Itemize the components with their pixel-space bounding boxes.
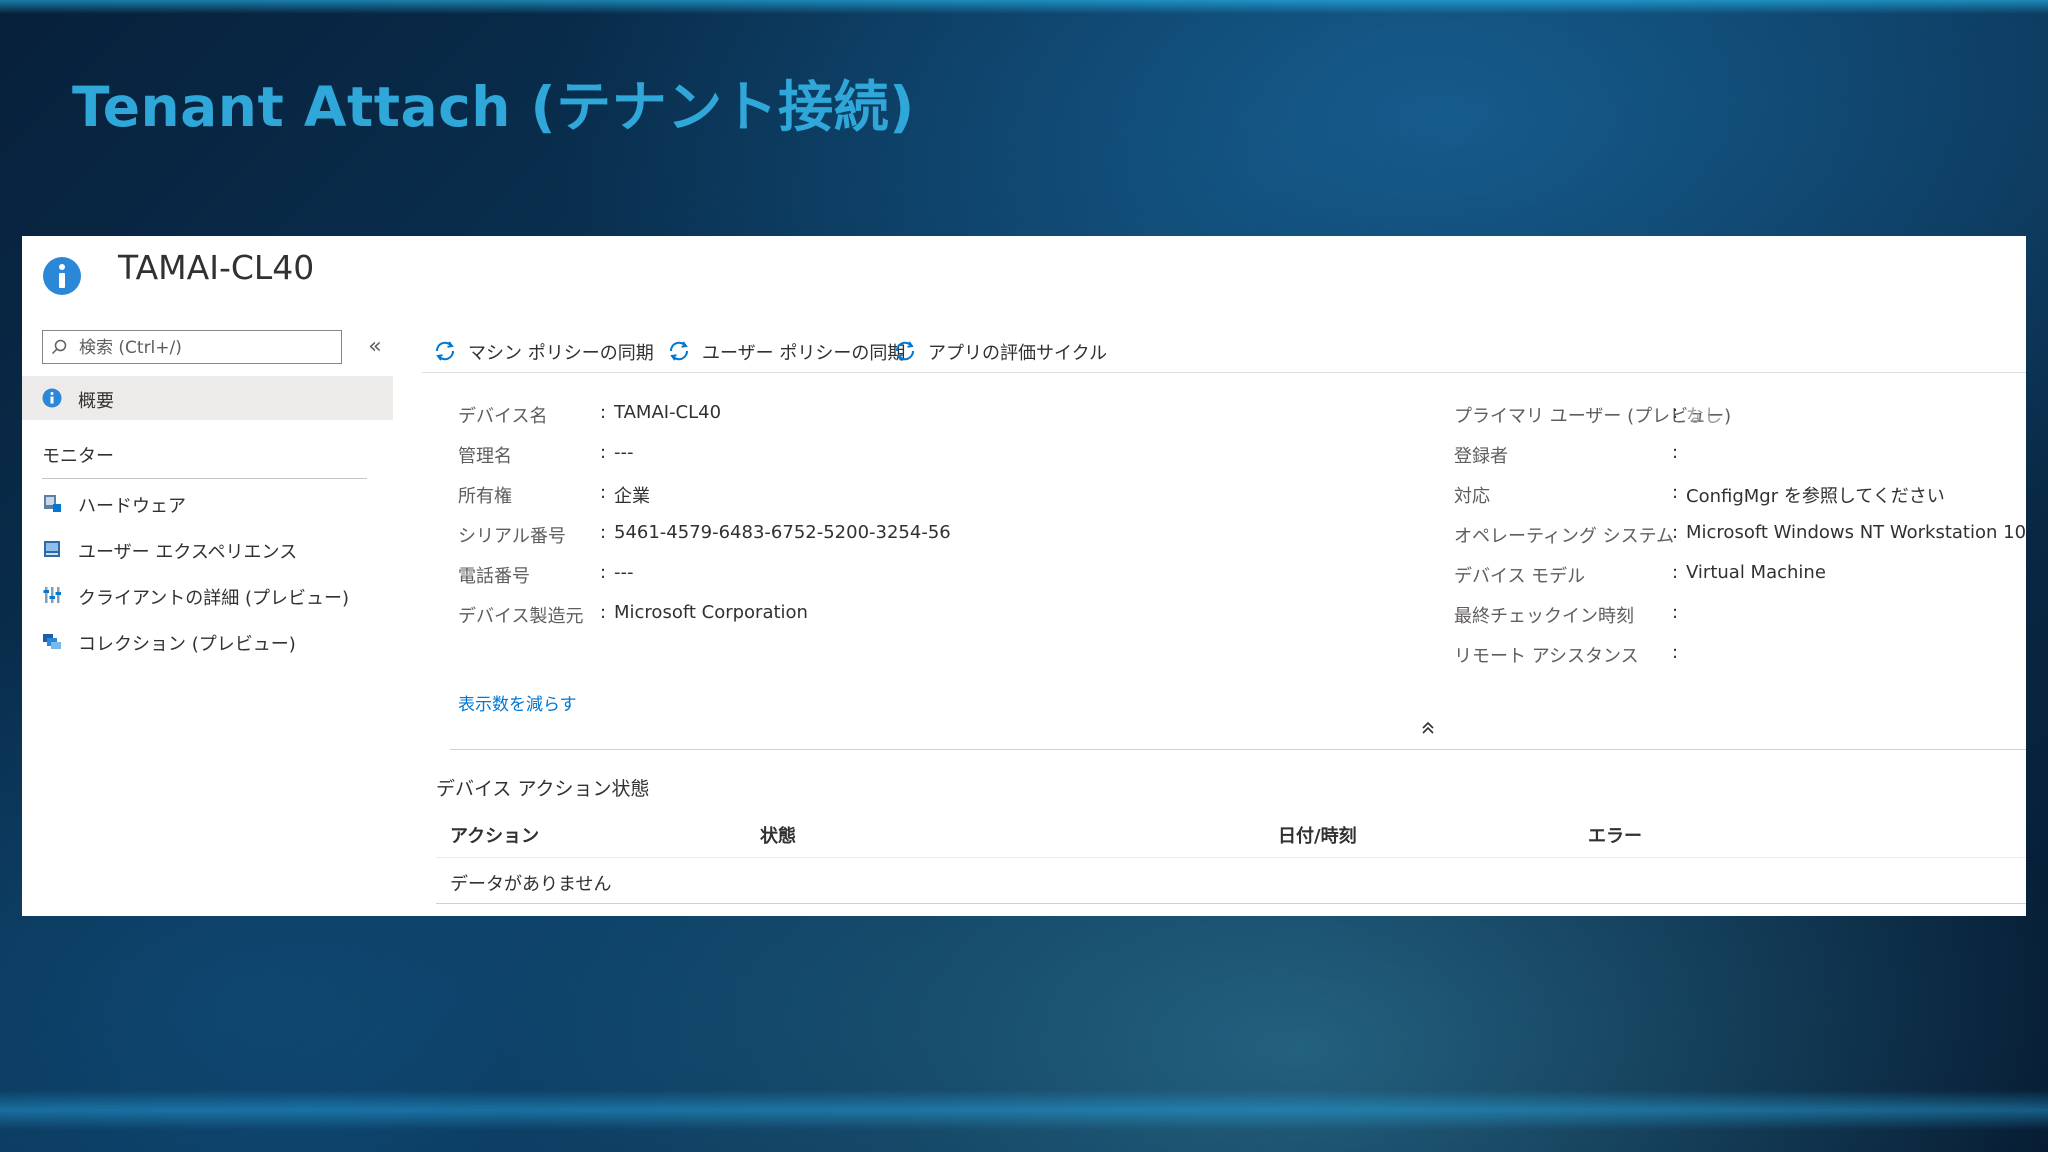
- property-value: ---: [614, 442, 634, 463]
- property-operating-system: オペレーティング システム : Microsoft Windows NT Wor…: [1454, 522, 2026, 548]
- property-colon: :: [1672, 442, 1679, 463]
- sync-icon: [895, 341, 915, 361]
- property-value: Virtual Machine: [1686, 562, 1826, 583]
- slide-title: Tenant Attach (テナント接続): [72, 75, 915, 139]
- background-glow: [0, 1090, 2048, 1130]
- property-remote-assistance: リモート アシスタンス :: [1454, 642, 1678, 668]
- property-management-name: 管理名 : ---: [458, 442, 634, 468]
- client-details-icon: [43, 587, 61, 603]
- sync-user-policy-label: ユーザー ポリシーの同期: [702, 343, 906, 364]
- search-input[interactable]: [77, 335, 331, 361]
- property-label: リモート アシスタンス: [1454, 646, 1639, 667]
- device-name-title: TAMAI-CL40: [118, 248, 315, 287]
- sidebar-item-label: コレクション (プレビュー): [78, 634, 296, 655]
- sidebar-item-user-experience[interactable]: ユーザー エクスペリエンス: [22, 529, 393, 569]
- column-header-datetime[interactable]: 日付/時刻: [1278, 822, 1357, 848]
- table-empty-message: データがありません: [450, 874, 612, 895]
- info-icon: [42, 388, 62, 408]
- property-manufacturer: デバイス製造元 : Microsoft Corporation: [458, 602, 808, 628]
- column-header-action[interactable]: アクション: [450, 822, 539, 848]
- sync-icon: [669, 341, 689, 361]
- property-colon: :: [600, 562, 607, 583]
- section-divider: [42, 478, 367, 479]
- property-colon: :: [1672, 602, 1679, 623]
- property-colon: :: [1672, 522, 1679, 543]
- hardware-icon: [44, 495, 61, 512]
- property-device-model: デバイス モデル : Virtual Machine: [1454, 562, 1826, 588]
- property-label: 最終チェックイン時刻: [1454, 606, 1634, 627]
- sync-machine-policy-button[interactable]: マシン ポリシーの同期: [432, 330, 654, 370]
- toolbar-divider: [422, 372, 2026, 373]
- property-label: デバイス モデル: [1454, 566, 1586, 587]
- sidebar-item-client-details[interactable]: クライアントの詳細 (プレビュー): [22, 575, 393, 615]
- info-icon: [43, 257, 81, 295]
- sidebar-item-label: ユーザー エクスペリエンス: [78, 542, 298, 563]
- property-colon: :: [600, 402, 607, 423]
- property-label: 電話番号: [458, 566, 530, 587]
- table-bottom-divider: [436, 903, 2026, 904]
- app-evaluation-cycle-label: アプリの評価サイクル: [928, 343, 1108, 364]
- property-value: ---: [614, 562, 634, 583]
- property-label: デバイス名: [458, 406, 548, 427]
- sidebar-item-label: ハードウェア: [78, 496, 186, 517]
- property-device-name: デバイス名 : TAMAI-CL40: [458, 402, 721, 428]
- table-header-divider: [436, 857, 2026, 858]
- search-box[interactable]: [42, 330, 342, 364]
- user-experience-icon: [44, 541, 60, 557]
- property-value: なし: [1686, 406, 1722, 427]
- property-serial-number: シリアル番号 : 5461-4579-6483-6752-5200-3254-5…: [458, 522, 951, 548]
- property-colon: :: [1672, 562, 1679, 583]
- property-compliance: 対応 : ConfigMgr を参照してください: [1454, 482, 1945, 508]
- property-colon: :: [1672, 642, 1679, 663]
- property-label: デバイス製造元: [458, 606, 584, 627]
- sync-icon: [435, 341, 455, 361]
- property-label: 登録者: [1454, 446, 1508, 467]
- search-icon: [51, 339, 67, 355]
- property-value: 5461-4579-6483-6752-5200-3254-56: [614, 522, 951, 543]
- property-label: シリアル番号: [458, 526, 566, 547]
- sidebar-item-label: 概要: [78, 391, 114, 412]
- sidebar-item-collection[interactable]: コレクション (プレビュー): [22, 621, 393, 661]
- property-phone-number: 電話番号 : ---: [458, 562, 634, 588]
- sync-machine-policy-label: マシン ポリシーの同期: [468, 343, 654, 364]
- sync-user-policy-button[interactable]: ユーザー ポリシーの同期: [666, 330, 905, 370]
- property-colon: :: [1672, 482, 1679, 503]
- property-colon: :: [600, 602, 607, 623]
- collection-icon: [43, 634, 61, 649]
- sidebar-item-hardware[interactable]: ハードウェア: [22, 483, 393, 523]
- property-colon: :: [600, 482, 607, 503]
- property-colon: :: [1672, 402, 1679, 423]
- column-header-status[interactable]: 状態: [760, 822, 796, 848]
- device-panel: TAMAI-CL40 « 概要 モニター ハードウェア: [22, 236, 2026, 916]
- property-ownership: 所有権 : 企業: [458, 482, 650, 508]
- property-colon: :: [600, 522, 607, 543]
- property-value: 企業: [614, 486, 650, 507]
- section-label-monitor: モニター: [42, 446, 114, 467]
- device-actions-heading: デバイス アクション状態: [436, 778, 650, 800]
- property-colon: :: [600, 442, 607, 463]
- property-label: 対応: [1454, 486, 1490, 507]
- property-value: TAMAI-CL40: [614, 402, 722, 423]
- column-header-error[interactable]: エラー: [1588, 822, 1642, 848]
- property-label: 所有権: [458, 486, 512, 507]
- property-value: Microsoft Windows NT Workstation 10.0: [1686, 522, 2026, 543]
- section-divider: [450, 749, 2026, 750]
- app-evaluation-cycle-button[interactable]: アプリの評価サイクル: [892, 330, 1107, 370]
- property-value: Microsoft Corporation: [614, 602, 808, 623]
- property-primary-user: プライマリ ユーザー (プレビュー) : なし: [1454, 402, 1731, 428]
- show-less-link[interactable]: 表示数を減らす: [458, 690, 577, 715]
- property-value: ConfigMgr を参照してください: [1686, 486, 1945, 507]
- sidebar-item-label: クライアントの詳細 (プレビュー): [78, 588, 350, 609]
- property-label: オペレーティング システム: [1454, 526, 1675, 547]
- chevron-up-icon[interactable]: [1418, 718, 1438, 738]
- property-label: 管理名: [458, 446, 512, 467]
- collapse-sidebar-button[interactable]: «: [360, 332, 390, 362]
- property-enrolled-by: 登録者 :: [1454, 442, 1678, 468]
- sidebar-item-overview[interactable]: 概要: [22, 376, 393, 420]
- property-last-checkin: 最終チェックイン時刻 :: [1454, 602, 1678, 628]
